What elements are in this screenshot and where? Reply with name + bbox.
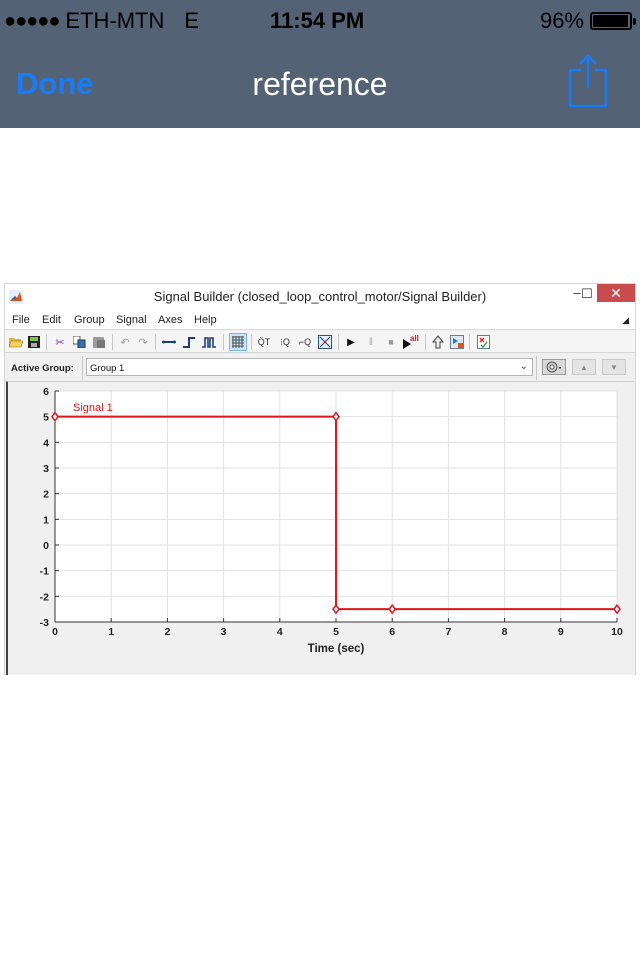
- export-icon[interactable]: [449, 334, 465, 350]
- x-tick-labels: 0 1 2 3 4 5 6 7 8 9 10: [52, 626, 623, 638]
- battery-icon: [590, 12, 636, 30]
- network-type: E: [184, 8, 200, 33]
- zoom-x-icon[interactable]: Q̈T: [256, 334, 272, 350]
- divider: [536, 356, 537, 380]
- y-tick-label: 5: [43, 412, 49, 424]
- page-title: reference: [252, 66, 388, 102]
- status-time: 11:54 PM: [270, 8, 365, 33]
- y-tick-label: -3: [40, 617, 49, 629]
- battery-fill: [593, 15, 628, 27]
- x-tick-label: 0: [52, 626, 58, 638]
- menu-edit[interactable]: Edit: [42, 314, 61, 326]
- window-titlebar: Signal Builder (closed_loop_control_moto…: [5, 284, 635, 310]
- menu-help[interactable]: Help: [194, 314, 217, 326]
- cut-icon[interactable]: ✂: [52, 334, 68, 350]
- menu-bar: File Edit Group Signal Axes Help ◢: [5, 310, 635, 330]
- signal-chart[interactable]: -3 -2 -1 0 1 2 3 4 5 6 0 1 2 3 4 5 6 7 8 9 10 Signal 1 Time…: [8, 382, 634, 676]
- toolbar-separator: [46, 334, 47, 350]
- grid-icon[interactable]: [229, 333, 247, 351]
- maximize-button[interactable]: ☐: [575, 286, 599, 304]
- move-down-button[interactable]: ▼: [602, 359, 626, 375]
- x-axis-label: Time (sec): [308, 643, 365, 655]
- x-tick-label: 6: [389, 626, 395, 638]
- move-up-button[interactable]: ▲: [572, 359, 596, 375]
- toolbar-separator: [155, 334, 156, 350]
- menu-group[interactable]: Group: [74, 314, 105, 326]
- chevron-down-icon: ⌄: [519, 361, 528, 372]
- toolbar: ✂ ↶ ↷ Q̈T ⁝Q ⌐Q ▶ ‖ ■ all: [5, 331, 635, 353]
- line-icon[interactable]: [161, 334, 177, 350]
- fit-icon[interactable]: [317, 334, 333, 350]
- nav-bar: Done reference: [0, 40, 640, 128]
- step-icon[interactable]: [181, 334, 197, 350]
- close-button[interactable]: ✕: [597, 284, 635, 302]
- zoom-y-icon[interactable]: ⁝Q: [277, 334, 293, 350]
- divider: [82, 356, 83, 380]
- toolbar-separator: [425, 334, 426, 350]
- signal-builder-window: Signal Builder (closed_loop_control_moto…: [4, 283, 636, 675]
- y-tick-label: 1: [43, 514, 49, 526]
- active-group-select[interactable]: Group 1 ⌄: [86, 358, 533, 376]
- paste-icon[interactable]: [91, 334, 107, 350]
- dock-arrow-icon[interactable]: ◢: [622, 315, 629, 326]
- gear-icon: [546, 361, 561, 373]
- y-tick-label: 6: [43, 386, 49, 398]
- svg-text:all: all: [410, 334, 419, 343]
- share-icon: [568, 54, 608, 108]
- toolbar-separator: [223, 334, 224, 350]
- y-tick-label: 0: [43, 540, 49, 552]
- x-tick-label: 4: [277, 626, 283, 638]
- y-tick-label: -1: [40, 566, 49, 578]
- x-tick-label: 7: [445, 626, 451, 638]
- toolbar-separator: [251, 334, 252, 350]
- run-all-icon[interactable]: all: [402, 334, 420, 350]
- menu-signal[interactable]: Signal: [116, 314, 147, 326]
- carrier-name: ETH-MTN: [65, 8, 165, 33]
- x-tick-label: 9: [558, 626, 564, 638]
- x-tick-label: 8: [502, 626, 508, 638]
- battery-percent: 96%: [539, 8, 584, 33]
- verify-icon[interactable]: [475, 334, 491, 350]
- menu-axes[interactable]: Axes: [158, 314, 182, 326]
- play-icon[interactable]: ▶: [343, 334, 359, 350]
- x-tick-label: 3: [221, 626, 227, 638]
- y-tick-label: 2: [43, 489, 49, 501]
- x-tick-label: 5: [333, 626, 339, 638]
- share-button[interactable]: [568, 54, 608, 110]
- toolbar-separator: [112, 334, 113, 350]
- legend-signal-1[interactable]: Signal 1: [73, 402, 113, 414]
- y-tick-label: -2: [40, 591, 49, 603]
- redo-icon[interactable]: ↷: [135, 334, 151, 350]
- undo-icon[interactable]: ↶: [117, 334, 133, 350]
- plot-panel: -3 -2 -1 0 1 2 3 4 5 6 0 1 2 3 4 5 6 7 8 9 10 Signal 1 Time…: [6, 381, 634, 675]
- pulse-icon[interactable]: [201, 334, 217, 350]
- battery-tip: [633, 18, 636, 25]
- zoom-xy-icon[interactable]: ⌐Q: [297, 334, 313, 350]
- open-icon[interactable]: [8, 334, 24, 350]
- menu-file[interactable]: File: [12, 314, 30, 326]
- pause-icon[interactable]: ‖: [363, 334, 379, 350]
- x-tick-label: 2: [164, 626, 170, 638]
- active-group-value: Group 1: [90, 363, 125, 374]
- active-group-bar: Active Group: Group 1 ⌄ ▲ ▼: [5, 354, 635, 380]
- ios-header: ●●●●● ETH-MTN E 11:54 PM 96% Done refere…: [0, 0, 640, 128]
- group-settings-button[interactable]: [542, 359, 566, 375]
- stop-icon[interactable]: ■: [383, 334, 399, 350]
- toolbar-separator: [469, 334, 470, 350]
- copy-icon[interactable]: [71, 334, 87, 350]
- up-icon[interactable]: [430, 334, 446, 350]
- signal-strength-icon: ●●●●●: [4, 9, 60, 32]
- x-tick-label: 10: [611, 626, 623, 638]
- y-tick-labels: -3 -2 -1 0 1 2 3 4 5 6: [40, 386, 50, 629]
- save-icon[interactable]: [26, 334, 42, 350]
- y-tick-label: 3: [43, 463, 49, 475]
- window-title: Signal Builder (closed_loop_control_moto…: [153, 289, 487, 304]
- active-group-label: Active Group:: [11, 363, 74, 374]
- toolbar-separator: [338, 334, 339, 350]
- x-tick-label: 1: [108, 626, 114, 638]
- status-bar: ●●●●● ETH-MTN E 11:54 PM 96%: [0, 0, 640, 40]
- y-tick-label: 4: [43, 437, 49, 449]
